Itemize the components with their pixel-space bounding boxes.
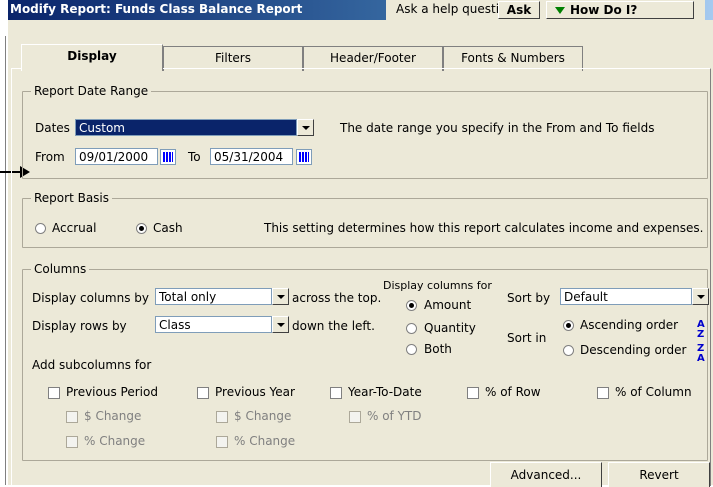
sort-ascending-icon: AZ — [697, 319, 705, 340]
from-label: From — [35, 150, 65, 164]
py-pct-change-checkbox[interactable] — [216, 436, 228, 448]
previous-year-label: Previous Year — [215, 385, 295, 399]
pct-of-column-label: % of Column — [615, 385, 692, 399]
help-prompt: Ask a help question — [396, 2, 514, 16]
accrual-label: Accrual — [52, 221, 97, 235]
display-columns-dropdown-button[interactable] — [272, 288, 289, 305]
window-title: Modify Report: Funds Class Balance Repor… — [10, 2, 303, 16]
to-date-input[interactable]: 05/31/2004 — [210, 148, 293, 165]
amount-radio[interactable] — [406, 300, 417, 311]
quantity-radio[interactable] — [406, 323, 417, 334]
display-rows-by-select[interactable]: Class — [155, 316, 272, 333]
display-rows-dropdown-button[interactable] — [272, 316, 289, 333]
display-columns-for-label: Display columns for — [383, 279, 492, 292]
ascending-radio[interactable] — [563, 320, 574, 331]
dates-label: Dates — [35, 121, 70, 135]
sort-in-label: Sort in — [507, 331, 547, 345]
from-date-input[interactable]: 09/01/2000 — [75, 148, 158, 165]
down-left-label: down the left. — [292, 319, 375, 333]
triangle-down-icon — [555, 7, 565, 14]
tab-header-footer-label: Header/Footer — [330, 51, 416, 65]
to-calendar-icon[interactable] — [296, 149, 312, 165]
revert-button[interactable]: Revert — [608, 462, 710, 487]
descending-radio[interactable] — [563, 345, 574, 356]
across-top-label: across the top. — [292, 291, 382, 305]
date-range-hint: The date range you specify in the From a… — [340, 121, 655, 135]
tab-filters-label: Filters — [215, 51, 251, 65]
year-to-date-label: Year-To-Date — [348, 385, 422, 399]
to-label: To — [188, 150, 201, 164]
previous-period-checkbox[interactable] — [48, 387, 60, 399]
dates-select[interactable]: Custom — [75, 119, 297, 136]
both-radio[interactable] — [406, 344, 417, 355]
pp-dollar-change-label: $ Change — [84, 409, 142, 423]
add-subcolumns-label: Add subcolumns for — [32, 358, 152, 372]
previous-year-checkbox[interactable] — [197, 387, 209, 399]
tab-display-label: Display — [67, 49, 117, 63]
both-label: Both — [424, 342, 452, 356]
display-columns-by-label: Display columns by — [32, 291, 150, 305]
pp-pct-change-label: % Change — [84, 434, 146, 448]
sort-by-dropdown-button[interactable] — [692, 288, 709, 305]
sort-descending-icon: ZA — [697, 343, 705, 364]
previous-period-label: Previous Period — [66, 385, 158, 399]
pct-of-row-checkbox[interactable] — [467, 387, 479, 399]
ascending-label: Ascending order — [580, 318, 679, 332]
pct-of-ytd-checkbox[interactable] — [349, 411, 361, 423]
descending-label: Descending order — [580, 343, 687, 357]
pct-of-row-label: % of Row — [485, 385, 541, 399]
ask-button[interactable]: Ask — [498, 1, 540, 19]
pct-of-ytd-label: % of YTD — [367, 409, 422, 423]
py-pct-change-label: % Change — [234, 434, 296, 448]
report-date-range-label: Report Date Range — [31, 84, 152, 98]
accrual-radio[interactable] — [35, 223, 46, 234]
sort-by-label: Sort by — [507, 291, 551, 305]
cash-radio[interactable] — [136, 223, 147, 234]
tab-fonts-numbers-label: Fonts & Numbers — [461, 51, 565, 65]
py-dollar-change-label: $ Change — [234, 409, 292, 423]
amount-label: Amount — [424, 298, 472, 312]
how-do-i-label: How Do I? — [570, 3, 638, 17]
report-basis-label: Report Basis — [31, 191, 113, 205]
sort-by-select[interactable]: Default — [560, 288, 692, 305]
help-toolbar: Ask a help question Ask How Do I? — [386, 0, 705, 20]
advanced-button[interactable]: Advanced... — [490, 462, 602, 487]
window-border — [5, 36, 6, 485]
dates-dropdown-button[interactable] — [297, 119, 314, 136]
report-basis-hint: This setting determines how this report … — [264, 221, 704, 235]
columns-label: Columns — [31, 262, 90, 276]
pp-pct-change-checkbox[interactable] — [66, 436, 78, 448]
display-columns-by-select[interactable]: Total only — [155, 288, 272, 305]
pct-of-column-checkbox[interactable] — [597, 387, 609, 399]
cash-label: Cash — [153, 221, 183, 235]
from-calendar-icon[interactable] — [160, 149, 176, 165]
display-rows-by-label: Display rows by — [32, 319, 127, 333]
pp-dollar-change-checkbox[interactable] — [66, 411, 78, 423]
py-dollar-change-checkbox[interactable] — [216, 411, 228, 423]
quantity-label: Quantity — [424, 321, 476, 335]
tab-display[interactable]: Display — [21, 44, 163, 71]
how-do-i-button[interactable]: How Do I? — [546, 1, 694, 19]
year-to-date-checkbox[interactable] — [330, 387, 342, 399]
